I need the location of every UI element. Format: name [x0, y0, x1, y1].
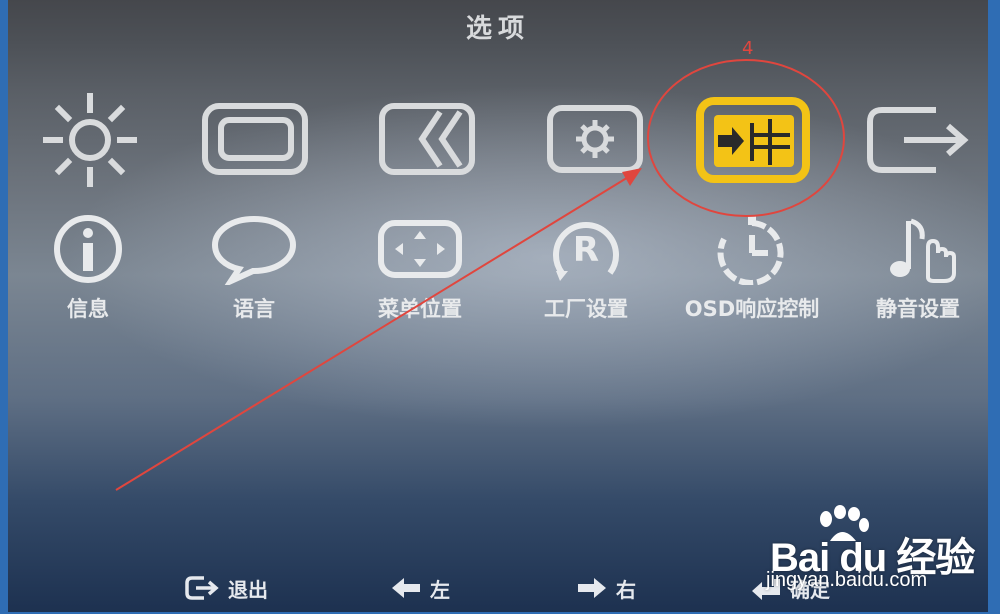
timer-icon [717, 215, 784, 285]
info-icon [54, 215, 122, 283]
baidu-watermark: Bai du 经验 jingyan.baidu.com [752, 505, 992, 605]
menu-position-icon [378, 220, 462, 278]
hint-left[interactable]: 左 [390, 568, 450, 608]
submenu-mute[interactable]: 静音设置 [838, 205, 988, 325]
submenu-language[interactable]: 语言 [174, 205, 334, 325]
annotation-number: 4 [742, 38, 754, 59]
speech-bubble-icon [211, 215, 297, 285]
hint-right-label: 右 [616, 577, 636, 602]
factory-reset-icon: R [553, 222, 619, 281]
settings-icon [547, 105, 643, 173]
svg-text:R: R [573, 230, 599, 270]
hint-exit-label: 退出 [228, 577, 268, 602]
submenu-row: 信息 语言 菜单位置 R 工厂设置 OSD响应控制 静音设置 [8, 205, 988, 325]
picture-tab[interactable] [196, 85, 316, 195]
submenu-factory-reset[interactable]: R 工厂设置 [506, 205, 666, 325]
brightness-icon [43, 93, 137, 187]
settings-tab[interactable] [536, 85, 656, 195]
hint-right[interactable]: 右 [576, 568, 636, 608]
exit-arrow-icon [185, 576, 219, 600]
watermark-url: jingyan.baidu.com [766, 569, 928, 591]
submenu-language-label: 语言 [233, 297, 275, 321]
right-arrow-icon [578, 578, 606, 598]
hint-left-label: 左 [430, 577, 450, 602]
left-arrow-icon [392, 578, 420, 598]
submenu-info[interactable]: 信息 [8, 205, 168, 325]
color-icon [379, 103, 475, 175]
submenu-osd-response[interactable]: OSD响应控制 [672, 205, 832, 325]
title-bar: 选项 [8, 0, 988, 52]
hint-exit[interactable]: 退出 [184, 568, 268, 608]
submenu-factory-reset-label: 工厂设置 [544, 297, 628, 321]
options-icon [696, 97, 810, 183]
submenu-info-label: 信息 [67, 297, 109, 321]
submenu-menu-position[interactable]: 菜单位置 [340, 205, 500, 325]
submenu-mute-label: 静音设置 [876, 297, 960, 321]
options-tab[interactable] [694, 85, 814, 195]
brightness-tab[interactable] [30, 85, 150, 195]
submenu-menu-position-label: 菜单位置 [378, 297, 462, 321]
menu-title: 选项 [465, 13, 530, 44]
color-tab[interactable] [368, 85, 488, 195]
top-icon-row [8, 85, 988, 195]
exit-tab[interactable] [864, 85, 984, 195]
mute-music-icon [890, 218, 956, 283]
submenu-osd-response-label: OSD响应控制 [684, 297, 820, 321]
exit-icon [867, 107, 969, 173]
picture-icon [202, 103, 308, 175]
